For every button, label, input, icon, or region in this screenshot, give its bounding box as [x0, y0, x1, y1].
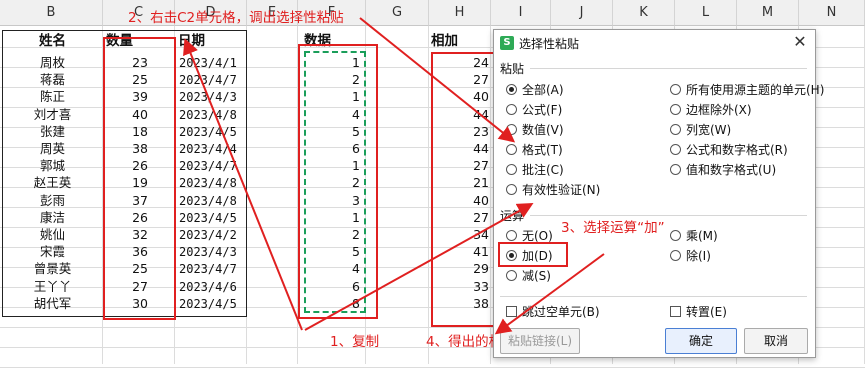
radio-label: 值和数字格式(U) [686, 163, 777, 177]
radio-option[interactable]: 公式(F) [506, 101, 562, 118]
radio-icon [506, 104, 517, 115]
radio-label: 全部(A) [522, 83, 564, 97]
operation-group-label: 运算 [500, 209, 525, 223]
grid-vline [428, 26, 429, 364]
column-header[interactable]: I [491, 0, 551, 26]
radio-label: 所有使用源主题的单元(H) [686, 83, 825, 97]
radio-option[interactable]: 乘(M) [670, 227, 718, 244]
radio-icon [506, 184, 517, 195]
divider [500, 296, 807, 297]
radio-icon [506, 270, 517, 281]
radio-option[interactable]: 列宽(W) [670, 121, 731, 138]
radio-label: 有效性验证(N) [522, 183, 601, 197]
divider [530, 68, 807, 69]
radio-label: 边框除外(X) [686, 103, 752, 117]
radio-icon [670, 230, 681, 241]
radio-label: 除(I) [686, 249, 711, 263]
radio-icon [670, 250, 681, 261]
skip-blanks-checkbox[interactable]: 跳过空单元(B) [506, 303, 600, 320]
cancel-button[interactable]: 取消 [744, 328, 808, 354]
radio-label: 减(S) [522, 269, 551, 283]
radio-option[interactable]: 批注(C) [506, 161, 564, 178]
radio-option[interactable]: 边框除外(X) [670, 101, 752, 118]
paste-group-label: 粘贴 [500, 62, 525, 76]
radio-option[interactable]: 所有使用源主题的单元(H) [670, 81, 824, 98]
dialog-title: 选择性粘贴 [519, 36, 580, 51]
radio-icon [670, 84, 681, 95]
radio-option[interactable]: 除(I) [670, 247, 711, 264]
ok-button[interactable]: 确定 [665, 328, 737, 354]
radio-icon [670, 144, 681, 155]
paste-special-dialog[interactable]: S 选择性粘贴 ✕ 粘贴 全部(A) 公式(F) 数值(V) 格式(T) 批注(C) 有效… [493, 29, 824, 358]
column-header[interactable]: B [0, 0, 103, 26]
radio-icon [506, 230, 517, 241]
column-header[interactable]: L [675, 0, 737, 26]
radio-icon [506, 144, 517, 155]
column-header[interactable]: J [551, 0, 613, 26]
radio-icon [670, 124, 681, 135]
annotation-step1: 1、复制 [330, 334, 380, 350]
radio-icon [506, 84, 517, 95]
column-header[interactable]: M [737, 0, 799, 26]
wps-logo-icon: S [500, 36, 514, 50]
radio-label: 列宽(W) [686, 123, 732, 137]
highlight-add-option [498, 242, 568, 267]
annotation-step2: 2、右击C2单元格，调出选择性粘贴 [128, 10, 344, 26]
column-header[interactable]: H [429, 0, 491, 26]
radio-option[interactable]: 全部(A) [506, 81, 564, 98]
close-icon[interactable]: ✕ [791, 33, 809, 51]
header-add[interactable]: 相加 [431, 31, 491, 51]
transpose-label: 转置(E) [686, 305, 727, 319]
column-header[interactable]: G [366, 0, 429, 26]
radio-option[interactable]: 值和数字格式(U) [670, 161, 776, 178]
radio-option[interactable]: 减(S) [506, 267, 551, 284]
radio-icon [506, 124, 517, 135]
radio-label: 数值(V) [522, 123, 564, 137]
paste-link-button[interactable]: 粘贴链接(L) [500, 328, 580, 354]
radio-icon [506, 164, 517, 175]
radio-option[interactable]: 数值(V) [506, 121, 564, 138]
spreadsheet[interactable]: BCDEFGHIJKLMN 姓名 数量 日期 数据 相加 周枚 23 2023/4/… [0, 0, 865, 368]
radio-label: 公式和数字格式(R) [686, 143, 788, 157]
column-header[interactable]: K [613, 0, 675, 26]
radio-label: 乘(M) [686, 229, 718, 243]
skip-blanks-label: 跳过空单元(B) [522, 305, 600, 319]
radio-option[interactable]: 有效性验证(N) [506, 181, 600, 198]
highlight-add-column [431, 52, 499, 327]
radio-label: 格式(T) [522, 143, 563, 157]
dialog-titlebar[interactable]: S 选择性粘贴 ✕ [494, 30, 815, 56]
annotation-step3: 3、选择运算“加” [561, 220, 665, 236]
column-header[interactable]: N [799, 0, 865, 26]
copy-marquee [304, 51, 366, 313]
radio-icon [670, 104, 681, 115]
radio-option[interactable]: 公式和数字格式(R) [670, 141, 788, 158]
radio-label: 公式(F) [522, 103, 563, 117]
highlight-qty-column [103, 37, 176, 320]
radio-icon [670, 164, 681, 175]
transpose-checkbox[interactable]: 转置(E) [670, 303, 727, 320]
radio-label: 批注(C) [522, 163, 564, 177]
radio-option[interactable]: 格式(T) [506, 141, 563, 158]
